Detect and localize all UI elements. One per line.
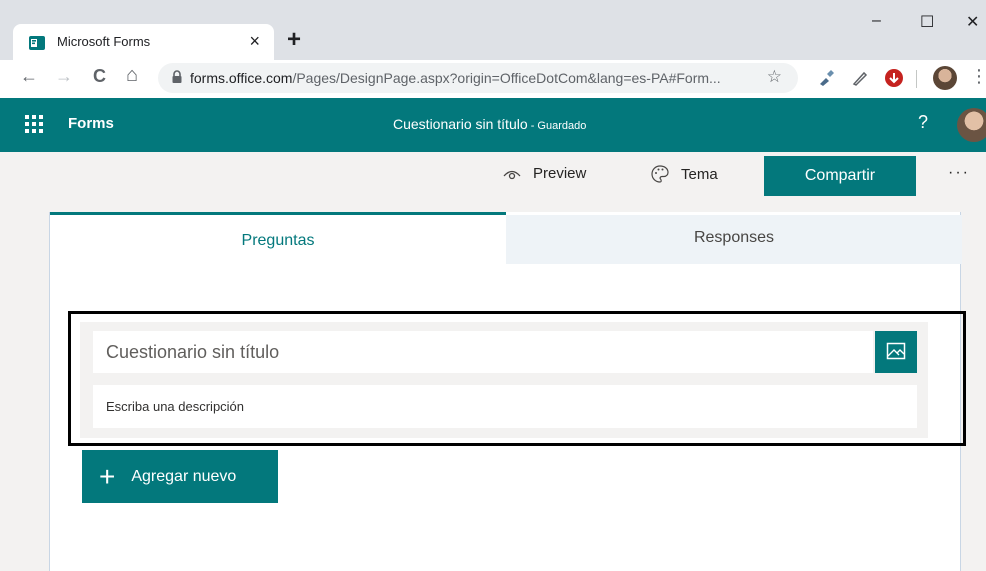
preview-button[interactable]: Preview <box>503 165 586 182</box>
theme-button[interactable]: Tema <box>651 165 718 183</box>
address-bar[interactable]: forms.office.com/Pages/DesignPage.aspx?o… <box>158 63 798 93</box>
browser-toolbar: ← → C ⌂ forms.office.com/Pages/DesignPag… <box>0 60 986 98</box>
palette-icon <box>651 165 669 183</box>
url-text: forms.office.com/Pages/DesignPage.aspx?o… <box>190 70 721 86</box>
browser-tabstrip: Microsoft Forms × + – ☐ ✕ <box>0 0 986 60</box>
url-host: forms.office.com <box>190 70 293 86</box>
browser-profile-avatar[interactable] <box>933 66 957 90</box>
app-launcher-icon[interactable] <box>25 115 43 133</box>
add-new-button[interactable]: + Agregar nuevo <box>82 450 278 503</box>
browser-menu-icon[interactable]: ⋮ <box>970 66 986 87</box>
toolbar-divider <box>916 70 917 88</box>
preview-label: Preview <box>533 165 587 182</box>
tab-responses-label: Responses <box>693 229 775 246</box>
tab-questions[interactable]: Preguntas <box>50 212 506 264</box>
eye-icon <box>503 170 521 179</box>
document-title-text: Cuestionario sin título <box>393 116 528 132</box>
add-new-label: Agregar nuevo <box>131 467 237 485</box>
lock-icon <box>172 70 182 83</box>
save-status: - Guardado <box>527 120 587 132</box>
command-bar: Preview Tema Compartir ··· <box>0 152 986 200</box>
browser-tab[interactable]: Microsoft Forms × <box>13 24 274 60</box>
app-name[interactable]: Forms <box>68 115 114 132</box>
url-path: /Pages/DesignPage.aspx?origin=OfficeDotC… <box>292 70 721 86</box>
document-title[interactable]: Cuestionario sin título - Guardado <box>393 116 586 132</box>
forms-favicon-icon <box>29 36 45 50</box>
minimize-icon[interactable]: – <box>872 12 881 30</box>
bookmark-star-icon[interactable]: ☆ <box>767 67 782 87</box>
home-icon[interactable]: ⌂ <box>126 64 138 87</box>
highlight-box <box>68 311 966 446</box>
tab-title: Microsoft Forms <box>57 34 151 49</box>
extension-pen-icon[interactable] <box>850 68 870 88</box>
tab-questions-label: Preguntas <box>241 232 315 249</box>
user-avatar[interactable] <box>957 108 986 142</box>
extension-eyedropper-icon[interactable] <box>816 68 836 88</box>
plus-icon: + <box>99 460 116 492</box>
tab-responses[interactable]: Responses <box>506 215 962 264</box>
forms-header: Forms Cuestionario sin título - Guardado… <box>0 98 986 152</box>
more-options-icon[interactable]: ··· <box>948 164 970 182</box>
extension-download-icon[interactable] <box>884 68 904 88</box>
share-button[interactable]: Compartir <box>764 156 916 196</box>
forward-icon[interactable]: → <box>55 66 73 87</box>
new-tab-icon[interactable]: + <box>287 26 301 54</box>
help-icon[interactable]: ? <box>918 112 928 133</box>
maximize-icon[interactable]: ☐ <box>920 12 934 32</box>
reload-icon[interactable]: C <box>93 66 106 87</box>
theme-label: Tema <box>681 165 718 183</box>
back-icon[interactable]: ← <box>20 66 38 87</box>
tab-close-icon[interactable]: × <box>249 31 260 52</box>
close-window-icon[interactable]: ✕ <box>966 12 979 32</box>
